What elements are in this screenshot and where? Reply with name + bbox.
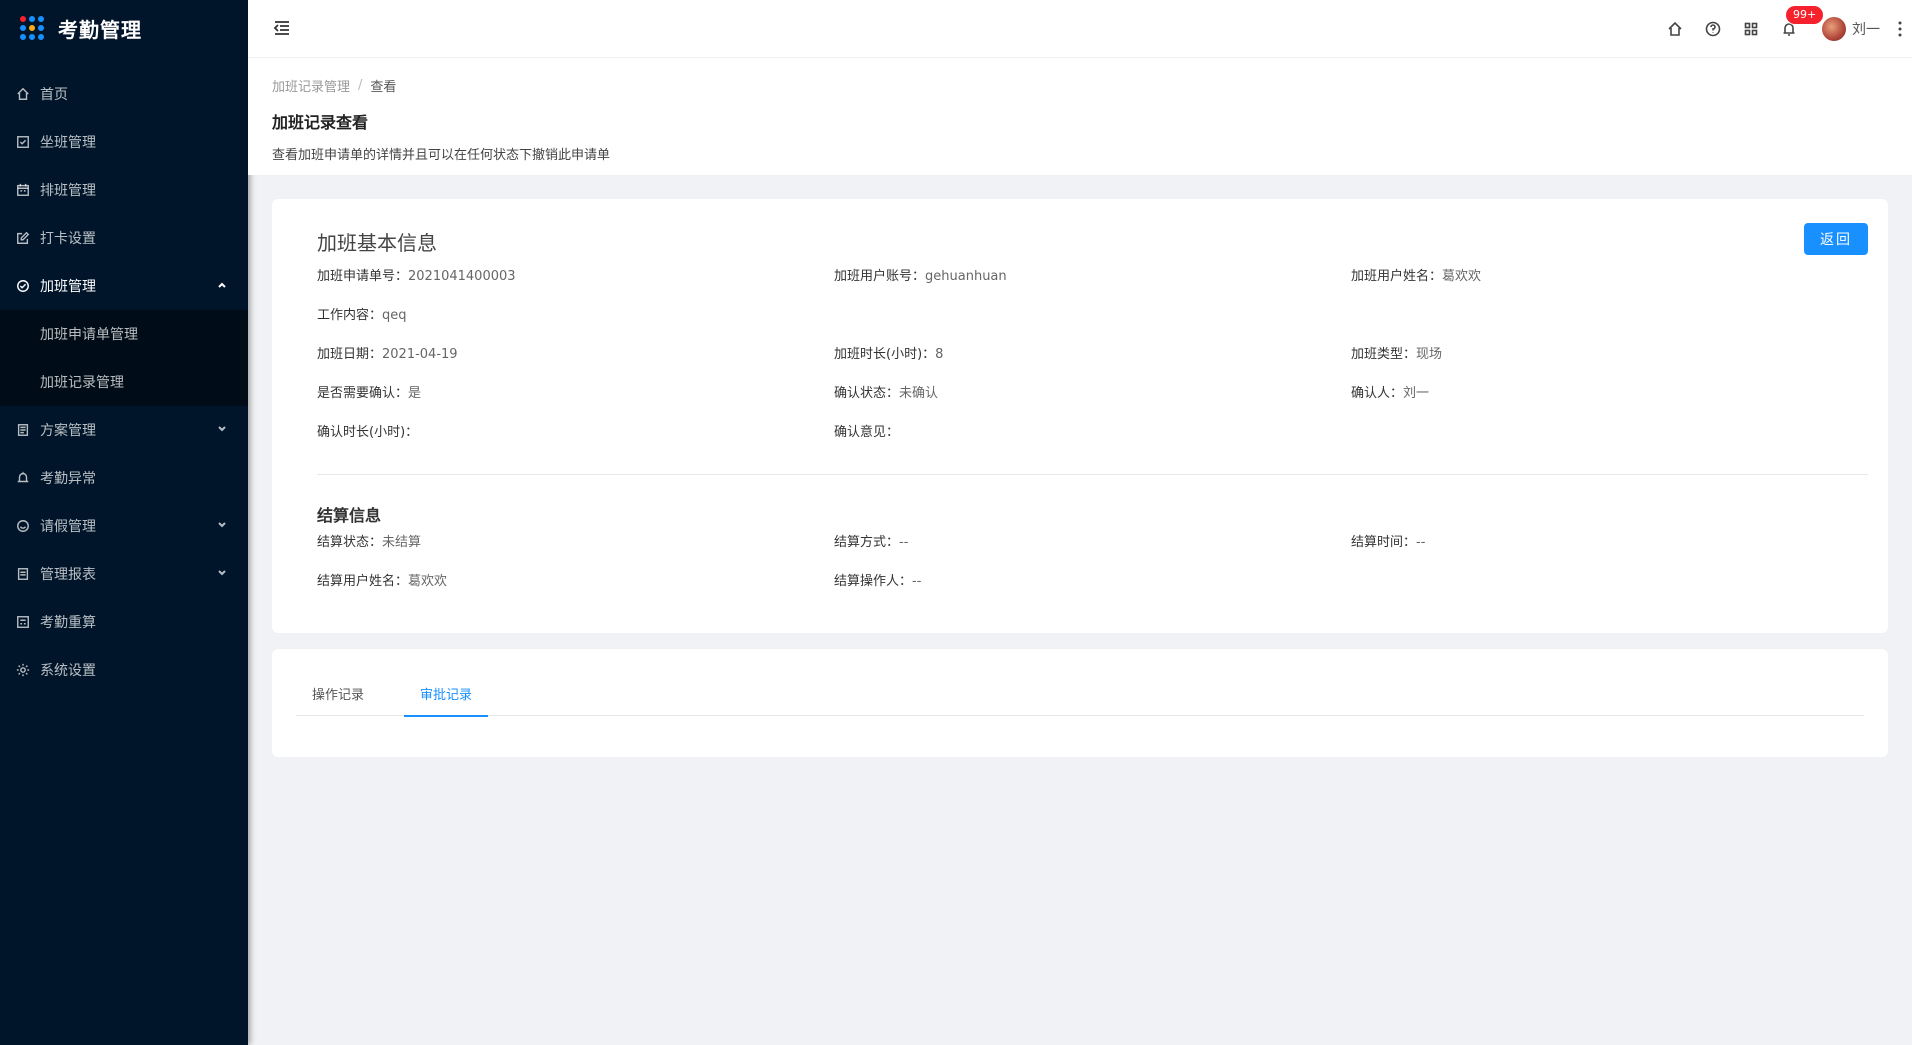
records-tabs-card: 操作记录 审批记录	[272, 649, 1888, 757]
calendar-check-icon	[16, 135, 30, 149]
recalc-icon	[16, 615, 30, 629]
sidebar-item-label: 考勤异常	[40, 471, 96, 487]
top-header: 99+ 刘一	[248, 0, 1912, 58]
back-button[interactable]: 返回	[1804, 223, 1868, 255]
sidebar-item-label: 加班申请单管理	[40, 327, 138, 343]
sidebar-item-label: 管理报表	[40, 567, 96, 583]
breadcrumb: 加班记录管理 / 查看	[272, 76, 1888, 95]
field-needs-confirmation: 是否需要确认：是	[317, 386, 422, 401]
field-work-content: 工作内容：qeq	[317, 308, 407, 323]
sidebar-item-label: 排班管理	[40, 183, 96, 199]
schedule-icon	[16, 183, 30, 197]
gear-icon	[16, 663, 30, 677]
app-title: 考勤管理	[58, 17, 142, 42]
sidebar-item-clock-in-settings[interactable]: 打卡设置	[0, 214, 248, 262]
sidebar-item-exceptions[interactable]: 考勤异常	[0, 454, 248, 502]
field-confirm-status: 确认状态：未确认	[834, 386, 939, 401]
records-tabs: 操作记录 审批记录	[296, 676, 1864, 717]
sidebar-item-overtime-application[interactable]: 加班申请单管理	[0, 310, 248, 358]
alarm-icon	[16, 471, 30, 485]
page-title: 加班记录查看	[272, 113, 369, 132]
header-actions: 99+ 刘一	[1656, 0, 1912, 58]
sidebar-item-label: 请假管理	[40, 519, 96, 535]
chevron-down-icon	[216, 423, 230, 437]
more-vertical-icon[interactable]	[1892, 0, 1908, 58]
sidebar-item-home[interactable]: 首页	[0, 70, 248, 118]
settlement-fields: 结算状态：未结算 结算方式：-- 结算时间：-- 结算用户姓名：葛欢欢 结算操作…	[317, 533, 1868, 611]
apps-grid-icon	[20, 16, 44, 40]
breadcrumb-separator: /	[358, 78, 363, 93]
app-logo[interactable]: 考勤管理	[0, 0, 248, 56]
field-settlement-user-name: 结算用户姓名：葛欢欢	[317, 574, 448, 589]
edit-icon	[16, 231, 30, 245]
sidebar-item-label: 首页	[40, 87, 68, 103]
field-settlement-status: 结算状态：未结算	[317, 535, 422, 550]
sidebar-menu: 首页 坐班管理 排班管理 打卡设置 加班管理 加班申请单管理 加班记录管理 方案…	[0, 70, 248, 694]
tab-operation-records[interactable]: 操作记录	[296, 676, 380, 716]
field-overtime-date: 加班日期：2021-04-19	[317, 347, 458, 362]
field-confirmer: 确认人：刘一	[1351, 386, 1430, 401]
notification-bell-icon[interactable]: 99+	[1770, 0, 1824, 58]
sidebar-item-label: 打卡设置	[40, 231, 96, 247]
sidebar: 考勤管理 首页 坐班管理 排班管理 打卡设置 加班管理 加班申请单管理 加班记录…	[0, 0, 248, 1045]
home-icon	[16, 87, 30, 101]
basic-info-title: 加班基本信息	[317, 231, 437, 255]
sidebar-item-label: 加班记录管理	[40, 375, 124, 391]
overtime-submenu: 加班申请单管理 加班记录管理	[0, 310, 248, 406]
menu-fold-icon[interactable]	[272, 18, 292, 38]
field-settlement-operator: 结算操作人：--	[834, 574, 922, 589]
field-settlement-method: 结算方式：--	[834, 535, 909, 550]
sidebar-item-label: 方案管理	[40, 423, 96, 439]
user-name: 刘一	[1852, 22, 1880, 38]
page-description: 查看加班申请单的详情并且可以在任何状态下撤销此申请单	[272, 148, 611, 163]
sidebar-item-schedule[interactable]: 排班管理	[0, 166, 248, 214]
clock-icon	[16, 279, 30, 293]
tab-approval-records[interactable]: 审批记录	[404, 676, 489, 717]
sidebar-item-overtime-records[interactable]: 加班记录管理	[0, 358, 248, 406]
sidebar-item-reports[interactable]: 管理报表	[0, 550, 248, 598]
report-icon	[16, 567, 30, 581]
sidebar-item-label: 考勤重算	[40, 615, 96, 631]
sidebar-item-plans[interactable]: 方案管理	[0, 406, 248, 454]
breadcrumb-current: 查看	[370, 80, 397, 95]
leave-icon	[16, 519, 30, 533]
overtime-detail-card: 加班基本信息 返回 加班申请单号：2021041400003 加班用户账号：ge…	[272, 199, 1888, 633]
user-menu[interactable]: 刘一	[1822, 17, 1880, 41]
sidebar-item-leave[interactable]: 请假管理	[0, 502, 248, 550]
field-user-account: 加班用户账号：gehuanhuan	[834, 269, 1007, 284]
settlement-title: 结算信息	[317, 506, 382, 525]
sidebar-item-label: 坐班管理	[40, 135, 96, 151]
document-icon	[16, 423, 30, 437]
field-overtime-type: 加班类型：现场	[1351, 347, 1443, 362]
sidebar-item-label: 系统设置	[40, 663, 96, 679]
page-header: 加班记录管理 / 查看 加班记录查看 查看加班申请单的详情并且可以在任何状态下撤…	[248, 58, 1912, 175]
section-divider	[317, 474, 1868, 475]
help-icon[interactable]	[1694, 0, 1732, 58]
breadcrumb-parent-link[interactable]: 加班记录管理	[272, 76, 350, 95]
apps-icon[interactable]	[1732, 0, 1770, 58]
basic-info-fields: 加班申请单号：2021041400003 加班用户账号：gehuanhuan 加…	[317, 267, 1868, 462]
sidebar-item-label: 加班管理	[40, 279, 96, 295]
home-icon[interactable]	[1656, 0, 1694, 58]
chevron-up-icon	[216, 279, 230, 293]
sidebar-item-office[interactable]: 坐班管理	[0, 118, 248, 166]
sidebar-item-system-settings[interactable]: 系统设置	[0, 646, 248, 694]
field-settlement-time: 结算时间：--	[1351, 535, 1426, 550]
sidebar-item-overtime[interactable]: 加班管理	[0, 262, 248, 310]
sidebar-item-recalculate[interactable]: 考勤重算	[0, 598, 248, 646]
field-application-no: 加班申请单号：2021041400003	[317, 269, 516, 284]
notification-badge: 99+	[1786, 6, 1824, 24]
field-overtime-hours: 加班时长(小时)：8	[834, 347, 944, 362]
field-confirm-hours: 确认时长(小时)：	[317, 425, 419, 440]
avatar	[1822, 17, 1846, 41]
field-user-name: 加班用户姓名：葛欢欢	[1351, 269, 1482, 284]
chevron-down-icon	[216, 567, 230, 581]
field-confirm-opinion: 确认意见：	[834, 425, 900, 440]
chevron-down-icon	[216, 519, 230, 533]
